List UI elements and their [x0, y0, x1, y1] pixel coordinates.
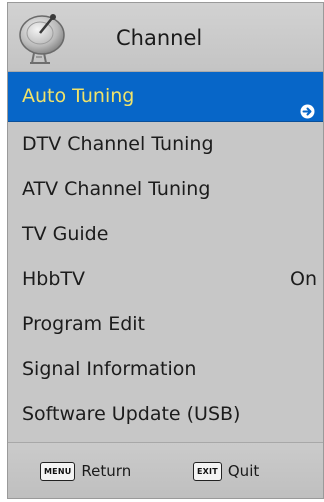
arrow-right-circle-icon — [300, 89, 315, 119]
menu-item-label: HbbTV — [22, 268, 86, 290]
menu-item-software-update-usb[interactable]: Software Update (USB) — [8, 392, 323, 437]
menu-item-program-edit[interactable]: Program Edit — [8, 302, 323, 347]
menu-title: Channel — [116, 26, 203, 50]
menu-header: Channel — [8, 3, 323, 72]
return-label: Return — [81, 462, 132, 480]
exit-key-icon: EXIT — [193, 461, 222, 481]
menu-item-auto-tuning[interactable]: Auto Tuning — [8, 72, 323, 122]
menu-item-label: DTV Channel Tuning — [22, 133, 214, 155]
menu-item-label: Program Edit — [22, 313, 145, 335]
menu-key-icon: MENU — [40, 461, 76, 481]
menu-footer: MENU Return EXIT Quit — [8, 442, 323, 498]
satellite-dish-icon — [16, 9, 72, 67]
quit-label: Quit — [227, 462, 260, 480]
menu-item-atv-channel-tuning[interactable]: ATV Channel Tuning — [8, 167, 323, 212]
menu-item-label: ATV Channel Tuning — [22, 178, 211, 200]
menu-item-dtv-channel-tuning[interactable]: DTV Channel Tuning — [8, 122, 323, 167]
return-button[interactable]: MENU Return — [40, 461, 131, 481]
menu-item-signal-information[interactable]: Signal Information — [8, 347, 323, 392]
quit-button[interactable]: EXIT Quit — [193, 461, 259, 481]
menu-item-label: Signal Information — [22, 358, 197, 380]
channel-menu-panel: Channel Auto Tuning DTV Channel Tuning A… — [7, 2, 324, 499]
menu-item-tv-guide[interactable]: TV Guide — [8, 212, 323, 257]
menu-item-label: Software Update (USB) — [22, 403, 241, 425]
menu-item-label: TV Guide — [22, 223, 109, 245]
hbbtv-value: On — [290, 268, 317, 290]
menu-items: Auto Tuning DTV Channel Tuning ATV Chann… — [8, 72, 323, 437]
menu-item-hbbtv[interactable]: HbbTV On — [8, 257, 323, 302]
menu-item-label: Auto Tuning — [22, 85, 135, 107]
